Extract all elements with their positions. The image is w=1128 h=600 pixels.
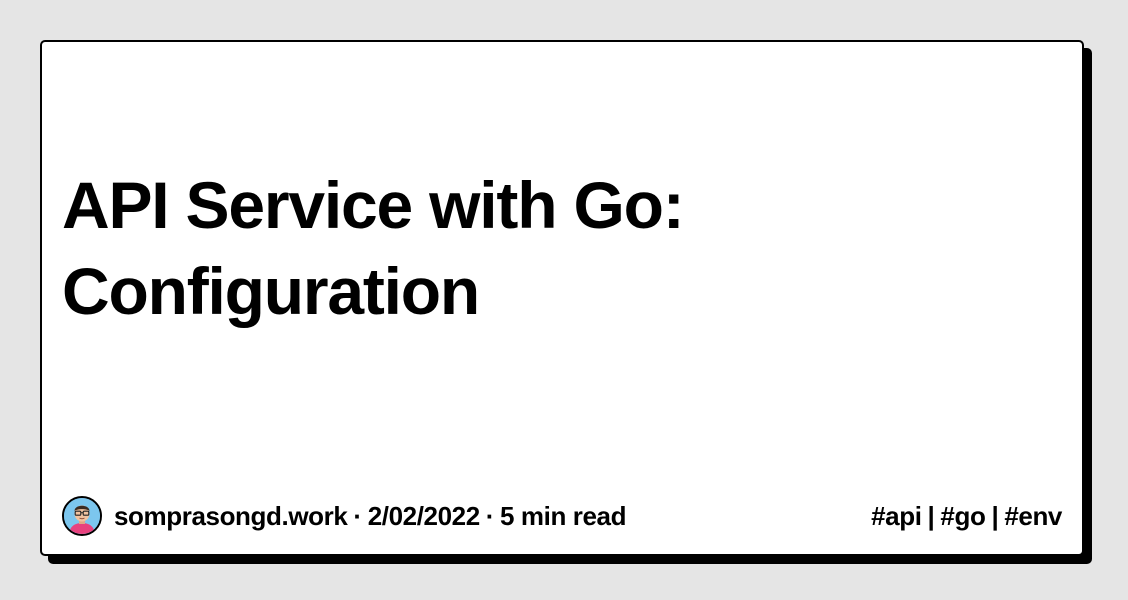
post-title: API Service with Go: Configuration <box>62 168 685 328</box>
meta-separator: · <box>353 500 362 531</box>
avatar-person-icon <box>64 498 100 534</box>
post-date: 2/02/2022 <box>367 500 480 531</box>
author-avatar <box>62 496 102 536</box>
author-name[interactable]: somprasongd.work <box>114 501 348 531</box>
post-meta-text: somprasongd.work · 2/02/2022 · 5 min read <box>114 501 626 532</box>
tag-separator: | <box>991 500 999 531</box>
og-image: API Service with Go: Configuration sompr… <box>0 0 1128 600</box>
tag-go[interactable]: #go <box>940 501 985 531</box>
tag-separator: | <box>927 500 935 531</box>
tag-list: #api | #go | #env <box>871 501 1062 532</box>
post-meta: somprasongd.work · 2/02/2022 · 5 min read <box>62 496 626 536</box>
post-card: API Service with Go: Configuration sompr… <box>40 40 1084 556</box>
read-time: 5 min read <box>500 500 627 531</box>
card-footer: somprasongd.work · 2/02/2022 · 5 min read #a… <box>62 494 1062 538</box>
meta-separator: · <box>485 500 495 531</box>
tag-env[interactable]: #env <box>1004 501 1062 531</box>
tag-api[interactable]: #api <box>871 501 922 531</box>
